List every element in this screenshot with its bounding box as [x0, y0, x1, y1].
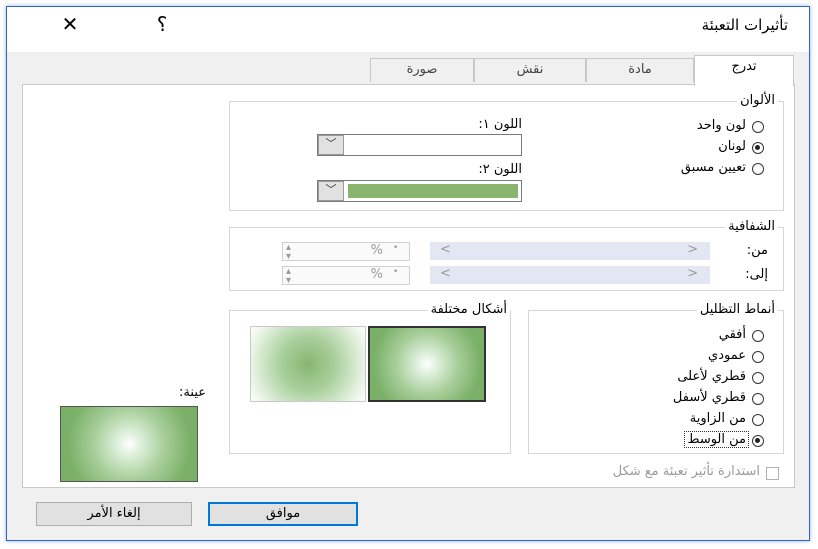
from-label: من:: [746, 243, 768, 258]
from-center-label: من الوسط: [684, 431, 749, 448]
horizontal-label: أفقي: [718, 327, 746, 342]
arrow-right-icon[interactable]: >: [687, 242, 698, 257]
vertical-label: عمودي: [708, 348, 746, 363]
title-bar: [7, 7, 809, 52]
radio-one-color[interactable]: [752, 121, 764, 133]
from-spinner[interactable]: ▴ ▾ % •: [282, 242, 410, 262]
color2-swatch: [348, 184, 518, 198]
cancel-button[interactable]: إلغاء الأمر: [36, 502, 192, 526]
to-label: إلى:: [745, 267, 768, 282]
variant-selected[interactable]: [368, 326, 486, 402]
arrow-left-icon[interactable]: <: [440, 266, 451, 281]
chevron-down-icon[interactable]: ﹀: [318, 181, 344, 201]
to-value: %: [370, 267, 383, 282]
spin-arrows-icon[interactable]: ▴ ▾: [286, 243, 291, 262]
tab-pattern[interactable]: نقش: [474, 58, 586, 82]
spin-arrows-icon[interactable]: ▴ ▾: [286, 267, 291, 286]
shading-group-label: أنماط التظليل: [696, 302, 778, 317]
ok-button[interactable]: موافق: [208, 502, 358, 526]
from-slider[interactable]: < >: [430, 242, 710, 260]
colors-group-label: الألوان: [737, 93, 778, 108]
color1-picker[interactable]: ﹀: [317, 134, 522, 156]
one-color-label: لون واحد: [696, 118, 746, 133]
two-colors-label: لونان: [718, 139, 746, 154]
color1-swatch: [348, 138, 518, 152]
radio-from-corner[interactable]: [752, 414, 764, 426]
from-value: %: [370, 243, 383, 258]
radio-diagonal-up[interactable]: [752, 372, 764, 384]
to-slider[interactable]: < >: [430, 266, 710, 284]
sample-label: عينة:: [179, 385, 206, 400]
close-icon[interactable]: ✕: [58, 12, 82, 36]
tab-gradient[interactable]: تدرج: [694, 55, 794, 86]
dot-icon: •: [393, 267, 399, 277]
to-spinner[interactable]: ▴ ▾ % •: [282, 266, 410, 286]
color1-label: اللون ١:: [478, 117, 522, 132]
help-icon[interactable]: ؟: [150, 12, 174, 36]
color2-label: اللون ٢:: [478, 162, 522, 177]
diagonal-down-label: قطري لأسفل: [672, 390, 746, 405]
preset-label: تعيين مسبق: [680, 160, 746, 175]
variant-option[interactable]: [250, 326, 366, 402]
color2-picker[interactable]: ﹀: [317, 180, 522, 202]
rotate-fill-label: استدارة تأثير تعبئة مع شكل: [612, 464, 760, 479]
dialog-title: تأثيرات التعبئة: [701, 16, 788, 34]
from-corner-label: من الزاوية: [689, 411, 746, 426]
tab-texture[interactable]: مادة: [586, 58, 694, 82]
tab-picture[interactable]: صورة: [370, 58, 474, 82]
diagonal-up-label: قطري لأعلى: [677, 369, 746, 384]
arrow-left-icon[interactable]: <: [440, 242, 451, 257]
chevron-down-icon[interactable]: ﹀: [318, 135, 344, 155]
radio-vertical[interactable]: [752, 351, 764, 363]
dot-icon: •: [393, 243, 399, 253]
radio-horizontal[interactable]: [752, 330, 764, 342]
radio-diagonal-down[interactable]: [752, 393, 764, 405]
rotate-fill-checkbox[interactable]: [766, 467, 779, 480]
radio-two-colors[interactable]: [752, 142, 764, 154]
radio-preset[interactable]: [752, 163, 764, 175]
variants-group-label: أشكال مختلفة: [427, 302, 510, 317]
sample-preview: [60, 406, 198, 482]
radio-from-center[interactable]: [752, 435, 764, 447]
arrow-right-icon[interactable]: >: [687, 266, 698, 281]
transparency-group-label: الشفافية: [725, 219, 778, 234]
